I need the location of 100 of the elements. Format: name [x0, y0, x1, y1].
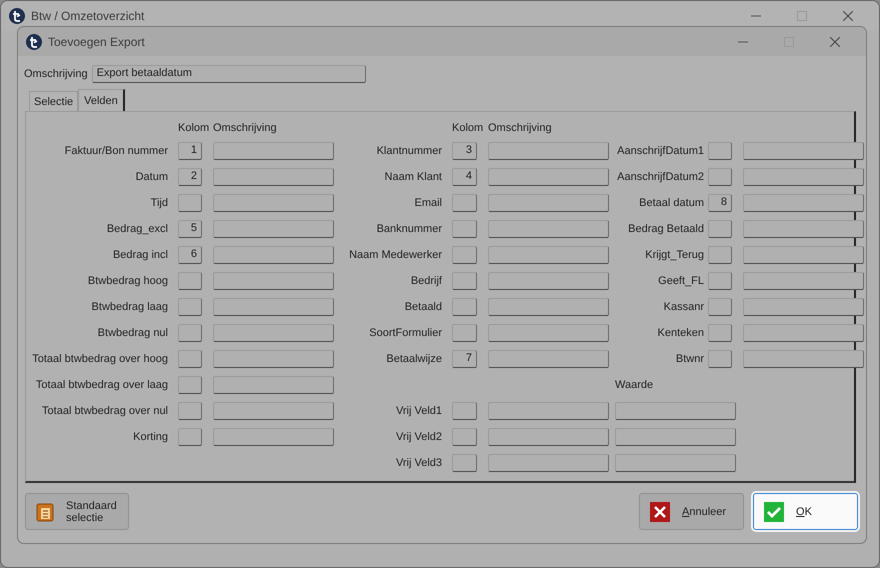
column-number-field[interactable] — [452, 194, 477, 212]
close-icon — [830, 36, 840, 46]
column-number-field[interactable] — [452, 324, 477, 342]
column-number-field[interactable] — [178, 402, 202, 420]
field-label: SoortFormulier — [369, 327, 442, 339]
description-field[interactable] — [488, 298, 609, 316]
column-number-field[interactable]: 6 — [178, 246, 202, 264]
description-field[interactable] — [743, 168, 864, 186]
field-label: Email — [414, 197, 442, 209]
description-field[interactable] — [213, 168, 334, 186]
standard-selection-button[interactable]: Standaard selectie — [25, 493, 129, 530]
field-label: Kenteken — [658, 327, 704, 339]
column-number-field[interactable] — [708, 350, 732, 368]
dialog-title: Toevoegen Export — [48, 34, 146, 48]
column-number-field[interactable] — [708, 142, 732, 160]
column-number-field[interactable]: 2 — [178, 168, 202, 186]
column-number-field[interactable] — [178, 350, 202, 368]
column-header: Omschrijving — [213, 122, 277, 134]
cancel-button[interactable]: Annuleer — [639, 493, 744, 530]
field-label: Totaal btwbedrag over hoog — [32, 353, 168, 365]
column-number-field[interactable] — [452, 298, 477, 316]
field-label: Bedrijf — [410, 275, 442, 287]
column-header: Kolom — [178, 122, 210, 134]
column-number-field[interactable] — [178, 376, 202, 394]
description-field[interactable] — [488, 246, 609, 264]
column-number-field[interactable] — [452, 246, 477, 264]
field-label: Vrij Veld3 — [396, 457, 442, 469]
column-number-field[interactable] — [178, 298, 202, 316]
description-field[interactable] — [488, 272, 609, 290]
column-number-field[interactable] — [178, 194, 202, 212]
tab[interactable]: Selectie — [29, 91, 78, 111]
field-label: Banknummer — [376, 223, 442, 235]
field-label: Omschrijving — [24, 68, 88, 80]
column-number-field[interactable] — [708, 324, 732, 342]
tab[interactable]: Velden — [78, 89, 125, 112]
description-field[interactable] — [488, 168, 609, 186]
column-number-field[interactable]: 4 — [452, 168, 477, 186]
description-field[interactable] — [743, 142, 864, 160]
field-label: Betaal datum — [639, 197, 704, 209]
field-label: Bedrag Betaald — [628, 223, 704, 235]
description-field[interactable] — [213, 194, 334, 212]
value-field[interactable] — [615, 428, 736, 446]
column-number-field[interactable]: 3 — [452, 142, 477, 160]
field-label: AanschrijfDatum2 — [617, 171, 704, 183]
description-field[interactable] — [213, 428, 334, 446]
description-field[interactable] — [488, 428, 609, 446]
field-label: Bedrag incl — [112, 249, 168, 261]
column-number-field[interactable] — [452, 220, 477, 238]
column-number-field[interactable] — [708, 220, 732, 238]
field-label: Bedrag_excl — [106, 223, 168, 235]
description-field[interactable] — [213, 220, 334, 238]
description-field[interactable] — [213, 324, 334, 342]
description-field[interactable] — [743, 246, 864, 264]
field-label: Vrij Veld2 — [396, 431, 442, 443]
column-number-field[interactable] — [178, 324, 202, 342]
description-field[interactable] — [213, 246, 334, 264]
description-field[interactable] — [488, 454, 609, 472]
column-number-field[interactable] — [452, 428, 477, 446]
column-number-field[interactable] — [708, 168, 732, 186]
description-field[interactable] — [743, 298, 864, 316]
description-field[interactable] — [488, 194, 609, 212]
description-field[interactable] — [213, 376, 334, 394]
description-field[interactable] — [213, 272, 334, 290]
description-field[interactable] — [488, 350, 609, 368]
column-number-field[interactable] — [178, 428, 202, 446]
column-number-field[interactable]: 8 — [708, 194, 732, 212]
description-field[interactable] — [488, 402, 609, 420]
description-field[interactable] — [488, 220, 609, 238]
column-number-field[interactable]: 7 — [452, 350, 477, 368]
column-header: Omschrijving — [488, 122, 552, 134]
column-number-field[interactable]: 5 — [178, 220, 202, 238]
value-field[interactable] — [615, 402, 736, 420]
field-label: Totaal btwbedrag over nul — [42, 405, 168, 417]
column-number-field[interactable] — [452, 272, 477, 290]
app-logo-icon — [26, 34, 42, 50]
column-number-field[interactable] — [708, 272, 732, 290]
column-number-field[interactable]: 1 — [178, 142, 202, 160]
description-field[interactable] — [213, 142, 334, 160]
column-number-field[interactable] — [452, 402, 477, 420]
ok-button[interactable]: OK — [753, 493, 858, 530]
column-number-field[interactable] — [178, 272, 202, 290]
column-number-field[interactable] — [452, 454, 477, 472]
description-field[interactable] — [488, 324, 609, 342]
description-field[interactable] — [743, 194, 864, 212]
description-field[interactable] — [743, 272, 864, 290]
description-field[interactable] — [213, 298, 334, 316]
description-field[interactable] — [743, 350, 864, 368]
column-number-field[interactable] — [708, 246, 732, 264]
description-input[interactable]: Export betaaldatum — [92, 65, 366, 83]
close-icon — [650, 502, 670, 522]
description-field[interactable] — [213, 350, 334, 368]
description-field[interactable] — [213, 402, 334, 420]
field-label: Btwbedrag nul — [98, 327, 168, 339]
field-label: Betaald — [404, 301, 442, 313]
description-field[interactable] — [743, 220, 864, 238]
field-label: Geeft_FL — [658, 275, 704, 287]
description-field[interactable] — [488, 142, 609, 160]
column-number-field[interactable] — [708, 298, 732, 316]
description-field[interactable] — [743, 324, 864, 342]
value-field[interactable] — [615, 454, 736, 472]
